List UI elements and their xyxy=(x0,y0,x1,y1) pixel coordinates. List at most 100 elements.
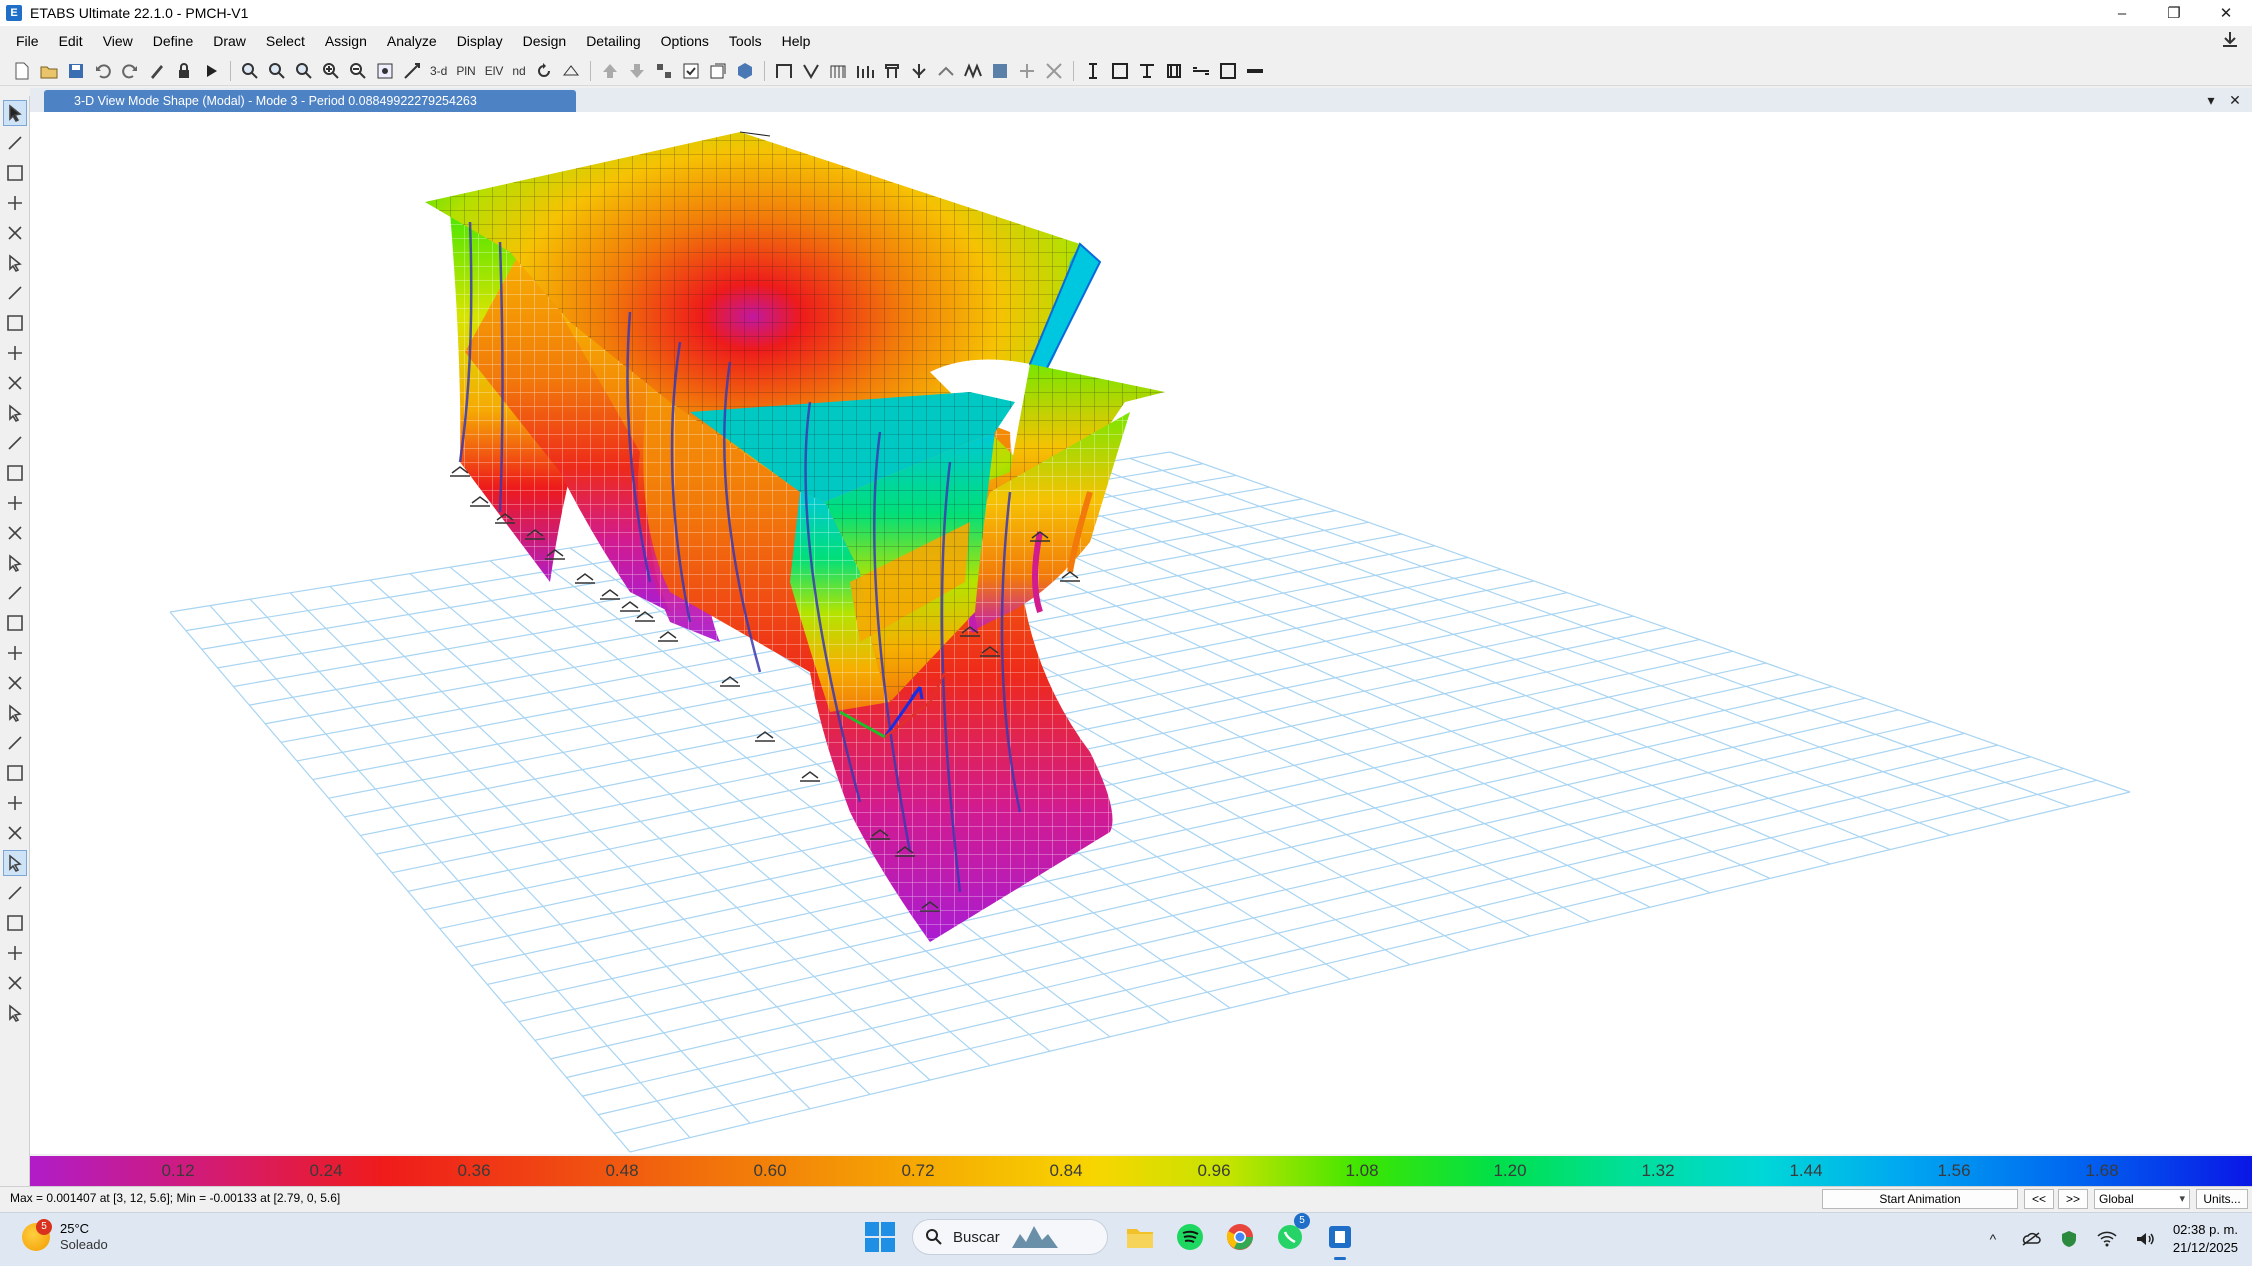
move-down-icon[interactable] xyxy=(625,59,649,83)
story-response-icon[interactable] xyxy=(1042,59,1066,83)
draw-null-line-icon[interactable] xyxy=(3,730,27,756)
menu-select[interactable]: Select xyxy=(256,28,315,54)
show-undeformed-icon[interactable] xyxy=(706,59,730,83)
menu-display[interactable]: Display xyxy=(447,28,513,54)
menu-options[interactable]: Options xyxy=(651,28,719,54)
show-energy-icon[interactable] xyxy=(934,59,958,83)
lock-icon[interactable] xyxy=(172,59,196,83)
draw-brace-icon[interactable] xyxy=(3,280,27,306)
close-button[interactable]: ✕ xyxy=(2200,0,2252,26)
draw-section-cut-icon[interactable] xyxy=(1243,59,1267,83)
whatsapp-icon[interactable]: 5 xyxy=(1272,1213,1310,1255)
previous-mode-button[interactable]: << xyxy=(2024,1189,2054,1209)
draw-link-icon[interactable] xyxy=(3,490,27,516)
view-plan-button[interactable]: PlN xyxy=(453,64,478,78)
draw-floor-icon[interactable] xyxy=(3,310,27,336)
draw-brace-icon[interactable] xyxy=(1135,59,1159,83)
hinge-results-icon[interactable] xyxy=(1015,59,1039,83)
perspective-toggle-icon[interactable] xyxy=(559,59,583,83)
rubber-band-zoom-icon[interactable] xyxy=(400,59,424,83)
open-file-icon[interactable] xyxy=(37,59,61,83)
save-icon[interactable] xyxy=(64,59,88,83)
restore-button[interactable]: ❐ xyxy=(2148,0,2200,26)
chrome-icon[interactable] xyxy=(1222,1219,1258,1255)
draw-rebar-icon[interactable] xyxy=(3,760,27,786)
view-elevation-button[interactable]: ElV xyxy=(482,64,507,78)
minimize-button[interactable]: – xyxy=(2096,0,2148,26)
display-results-icon[interactable] xyxy=(988,59,1012,83)
pointer-select-icon[interactable] xyxy=(2,100,27,126)
draw-wall-icon[interactable] xyxy=(1108,59,1132,83)
zoom-window-icon[interactable] xyxy=(238,59,262,83)
tab-list-dropdown-icon[interactable]: ▾ xyxy=(2200,90,2222,110)
zoom-out-icon[interactable] xyxy=(346,59,370,83)
move-up-icon[interactable] xyxy=(598,59,622,83)
menu-view[interactable]: View xyxy=(93,28,143,54)
draw-tendon-icon[interactable] xyxy=(3,580,27,606)
pan-icon[interactable] xyxy=(373,59,397,83)
draw-null-area-icon[interactable] xyxy=(3,460,27,486)
draw-reference-point-icon[interactable] xyxy=(3,610,27,636)
show-deformed-icon[interactable] xyxy=(799,59,823,83)
close-view-icon[interactable]: ✕ xyxy=(2224,90,2246,110)
model-3d-viewport[interactable] xyxy=(30,112,2252,1154)
draw-dimension-icon[interactable] xyxy=(3,550,27,576)
menu-edit[interactable]: Edit xyxy=(49,28,93,54)
show-frame-icon[interactable] xyxy=(772,59,796,83)
snap-perpendicular-icon[interactable] xyxy=(3,880,27,906)
chevron-up-icon[interactable]: ^ xyxy=(1983,1229,2003,1249)
show-reactions-icon[interactable] xyxy=(880,59,904,83)
units-button[interactable]: Units... xyxy=(2196,1189,2248,1209)
draw-frame-icon[interactable] xyxy=(1081,59,1105,83)
menu-detailing[interactable]: Detailing xyxy=(576,28,650,54)
zoom-restore-icon[interactable] xyxy=(265,59,289,83)
draw-beam-icon[interactable] xyxy=(1162,59,1186,83)
run-analysis-icon[interactable] xyxy=(199,59,223,83)
volume-icon[interactable] xyxy=(2135,1229,2155,1249)
rotate-view-icon[interactable] xyxy=(532,59,556,83)
draw-link-icon[interactable] xyxy=(1189,59,1213,83)
draw-rect-floor-icon[interactable] xyxy=(3,340,27,366)
etabs-taskbar-icon[interactable] xyxy=(1322,1219,1358,1260)
spotify-icon[interactable] xyxy=(1172,1219,1208,1255)
show-mode-shape-icon[interactable] xyxy=(907,59,931,83)
wifi-icon[interactable] xyxy=(2097,1229,2117,1249)
menu-design[interactable]: Design xyxy=(513,28,577,54)
snap-fine-grid-icon[interactable] xyxy=(3,970,27,996)
tab-3d-view-mode-shape[interactable]: 3-D View Mode Shape (Modal) - Mode 3 - P… xyxy=(44,90,576,112)
taskbar-clock[interactable]: 02:38 p. m. 21/12/2025 xyxy=(2173,1221,2238,1257)
draw-beam-icon[interactable] xyxy=(3,220,27,246)
draw-slab-icon[interactable] xyxy=(1216,59,1240,83)
security-icon[interactable] xyxy=(2059,1229,2079,1249)
snap-joints-icon[interactable] xyxy=(3,790,27,816)
download-icon[interactable] xyxy=(2220,30,2242,52)
snap-ends-icon[interactable] xyxy=(3,820,27,846)
windows-start-icon[interactable] xyxy=(862,1219,898,1255)
start-animation-button[interactable]: Start Animation xyxy=(1822,1189,2018,1209)
redo-icon[interactable] xyxy=(118,59,142,83)
undo-icon[interactable] xyxy=(91,59,115,83)
view-nd-button[interactable]: nd xyxy=(509,64,528,78)
draw-wall-opening-icon[interactable] xyxy=(3,430,27,456)
weather-widget[interactable]: 5 25°C Soleado xyxy=(22,1219,108,1253)
new-model-icon[interactable] xyxy=(10,59,34,83)
display-tables-icon[interactable] xyxy=(961,59,985,83)
view-3d-button[interactable]: 3-d xyxy=(427,64,450,78)
show-stresses-icon[interactable] xyxy=(853,59,877,83)
taskbar-search-box[interactable]: Buscar xyxy=(912,1219,1108,1255)
draw-section-cut-icon[interactable] xyxy=(3,640,27,666)
onedrive-icon[interactable] xyxy=(2021,1229,2041,1249)
snap-intersections-icon[interactable] xyxy=(2,850,27,876)
draw-grid-icon[interactable] xyxy=(3,520,27,546)
zoom-in-icon[interactable] xyxy=(319,59,343,83)
menu-analyze[interactable]: Analyze xyxy=(377,28,447,54)
menu-tools[interactable]: Tools xyxy=(719,28,772,54)
object-shrink-icon[interactable] xyxy=(652,59,676,83)
file-explorer-icon[interactable] xyxy=(1122,1219,1158,1255)
draw-frame-icon[interactable] xyxy=(3,190,27,216)
menu-define[interactable]: Define xyxy=(143,28,203,54)
reshape-icon[interactable] xyxy=(3,130,27,156)
coordinate-system-select[interactable]: Global ▾ xyxy=(2094,1189,2190,1209)
show-forces-icon[interactable] xyxy=(826,59,850,83)
draw-developed-elevation-icon[interactable] xyxy=(3,670,27,696)
